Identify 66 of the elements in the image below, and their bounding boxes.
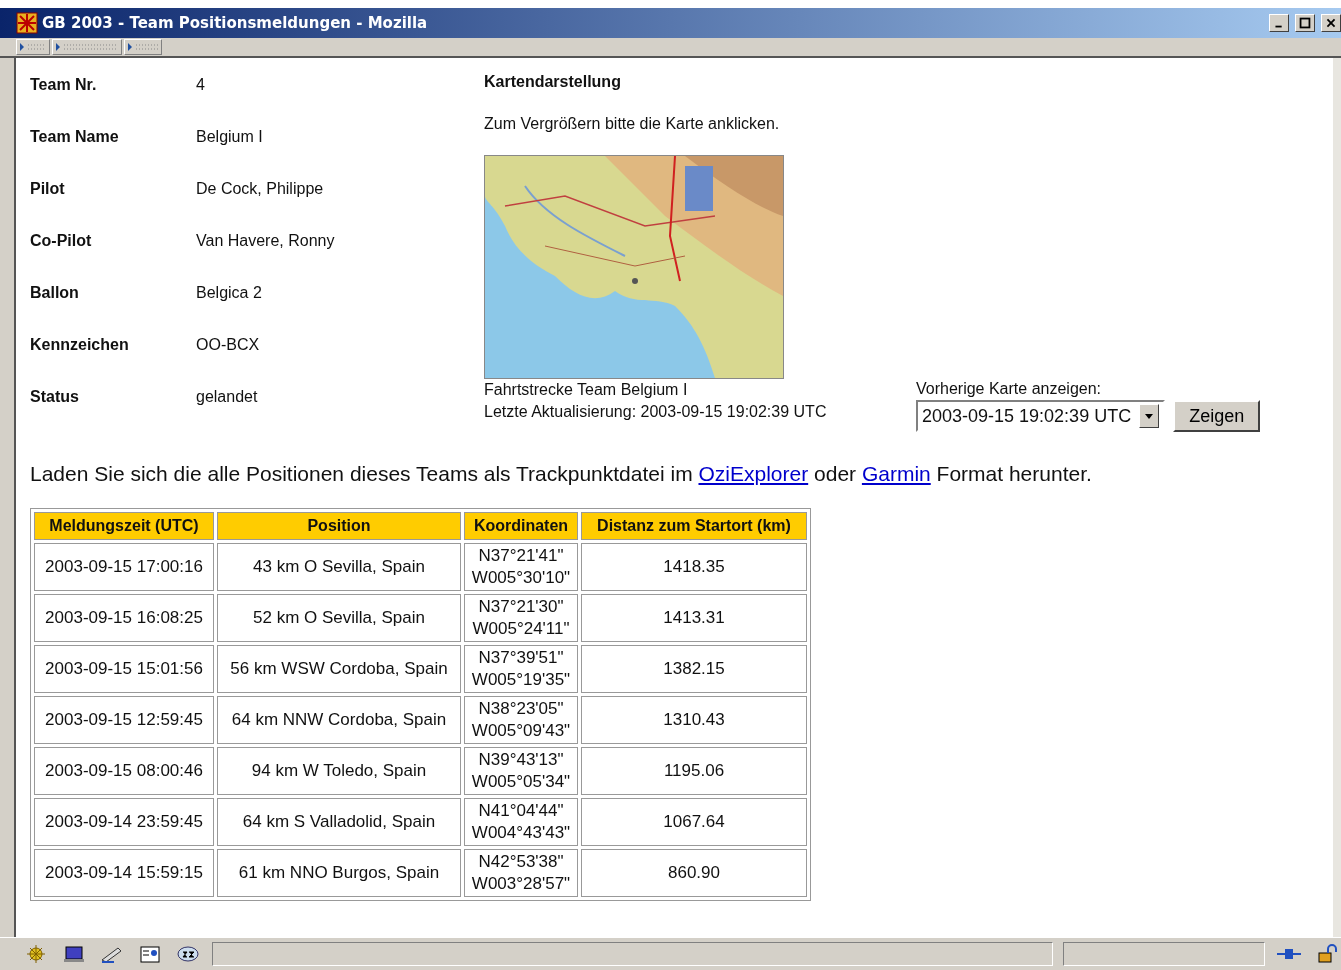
table-cell: 1382.15 <box>581 645 807 693</box>
field-value: Van Havere, Ronny <box>196 232 336 251</box>
grip-arrow-icon[interactable] <box>56 43 118 51</box>
grip-arrow-icon[interactable] <box>128 43 158 51</box>
table-cell: 94 km W Toledo, Spain <box>217 747 461 795</box>
table-cell: 2003-09-15 17:00:16 <box>34 543 214 591</box>
field-value: Belgium I <box>196 128 264 147</box>
map-hint: Zum Vergrößern bitte die Karte anklicken. <box>484 115 781 133</box>
download-link[interactable]: OziExplorer <box>698 462 809 485</box>
table-cell: N41°04'44" W004°43'43" <box>464 798 578 846</box>
column-header: Distanz zum Startort (km) <box>581 512 807 540</box>
download-sentence: Laden Sie sich die alle Positionen dieses Teams als Trackpunktdatei im OziExplorer oder Garmin Format herunter. <box>30 462 1093 486</box>
show-button[interactable]: Zeigen <box>1173 400 1261 432</box>
table-cell: 2003-09-14 15:59:15 <box>34 849 214 897</box>
table-cell: N37°39'51" W005°19'35" <box>464 645 578 693</box>
field-value: Belgica 2 <box>196 284 263 303</box>
table-cell: 61 km NNO Burgos, Spain <box>217 849 461 897</box>
field-label: Team Name <box>30 128 120 147</box>
grip-arrow-icon[interactable] <box>20 43 46 51</box>
table-cell: 1310.43 <box>581 696 807 744</box>
table-cell: 2003-09-15 16:08:25 <box>34 594 214 642</box>
field-label: Kennzeichen <box>30 336 130 355</box>
table-cell: N42°53'38" W003°28'57" <box>464 849 578 897</box>
chat-icon[interactable] <box>174 944 202 964</box>
table-cell: 56 km WSW Cordoba, Spain <box>217 645 461 693</box>
field-label: Co-Pilot <box>30 232 93 251</box>
field-label: Status <box>30 388 80 407</box>
column-header: Meldungszeit (UTC) <box>34 512 214 540</box>
table-cell: 1413.31 <box>581 594 807 642</box>
date-dropdown[interactable]: 2003-09-15 19:02:39 UTC <box>916 400 1166 432</box>
table-cell: N39°43'13" W005°05'34" <box>464 747 578 795</box>
field-label: Ballon <box>30 284 80 303</box>
toolbar-grip[interactable] <box>124 39 162 55</box>
field-label: Team Nr. <box>30 76 98 95</box>
download-link[interactable]: Garmin <box>861 462 931 485</box>
table-cell: 43 km O Sevilla, Spain <box>217 543 461 591</box>
table-cell: 64 km S Valladolid, Spain <box>217 798 461 846</box>
table-cell: N37°21'41" W005°30'10" <box>464 543 578 591</box>
app-icon <box>16 12 38 34</box>
window-title: GB 2003 - Team Positionsmeldungen - Mozilla <box>42 14 428 32</box>
section-heading: Kartendarstellung <box>484 73 622 91</box>
table-cell: 64 km NNW Cordoba, Spain <box>217 696 461 744</box>
map-caption: Fahrtstrecke Team Belgium I <box>484 380 689 400</box>
table-cell: 2003-09-15 12:59:45 <box>34 696 214 744</box>
update-time: Letzte Aktualisierung: 2003-09-15 19:02:39 UTC <box>484 402 828 422</box>
field-value: De Cock, Philippe <box>196 180 325 199</box>
field-label: Pilot <box>30 180 66 199</box>
table-cell: 2003-09-15 15:01:56 <box>34 645 214 693</box>
table-cell: 1067.64 <box>581 798 807 846</box>
table-cell: N37°21'30" W005°24'11" <box>464 594 578 642</box>
field-value: gelandet <box>196 388 259 407</box>
table-cell: 52 km O Sevilla, Spain <box>217 594 461 642</box>
column-header: Position <box>217 512 461 540</box>
table-cell: 1418.35 <box>581 543 807 591</box>
table-cell: 2003-09-15 08:00:46 <box>34 747 214 795</box>
table-cell: 860.90 <box>581 849 807 897</box>
field-value: OO-BCX <box>196 336 261 355</box>
table-cell: N38°23'05" W005°09'43" <box>464 696 578 744</box>
toolbar-grip[interactable] <box>16 39 50 55</box>
column-header: Koordinaten <box>464 512 578 540</box>
table-cell: 2003-09-14 23:59:45 <box>34 798 214 846</box>
scrollbar[interactable] <box>1333 58 1341 937</box>
dropdown-label: Vorherige Karte anzeigen: <box>916 380 1102 398</box>
table-cell: 1195.06 <box>581 747 807 795</box>
field-value: 4 <box>196 76 206 95</box>
toolbar-grip[interactable] <box>52 39 122 55</box>
